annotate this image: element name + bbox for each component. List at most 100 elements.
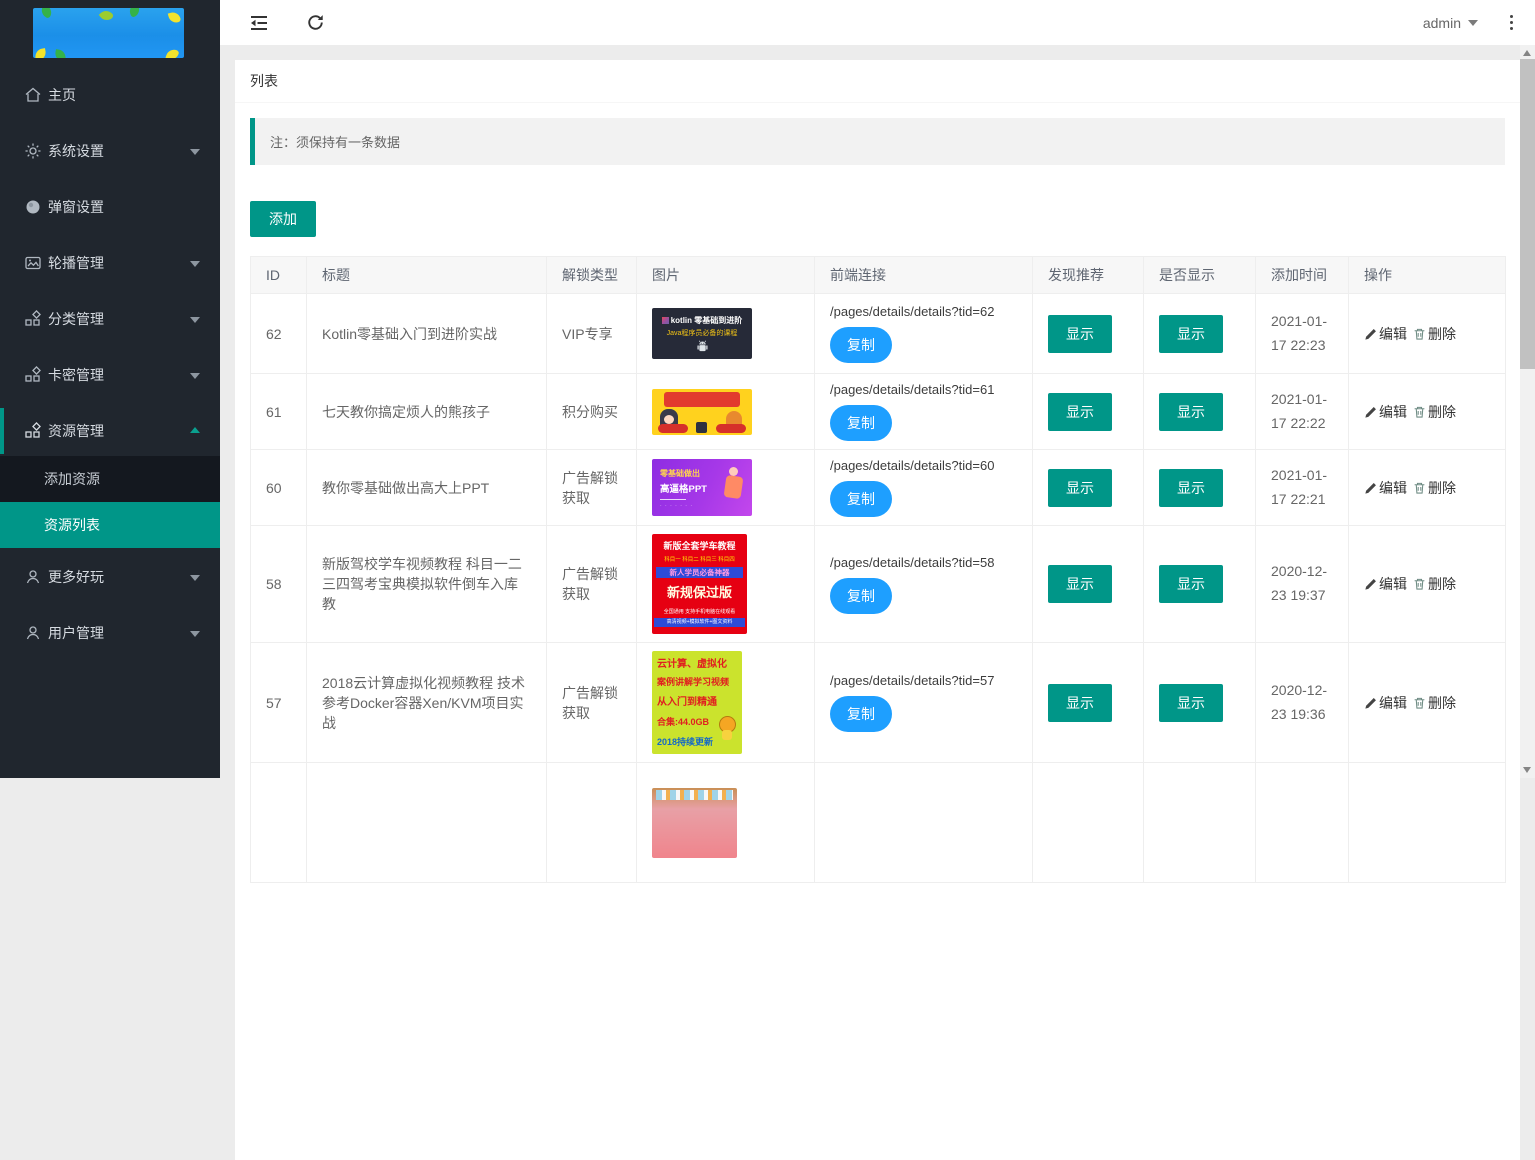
table-row: 61 七天教你搞定烦人的熊孩子 积分购买 xyxy=(251,374,1506,450)
pencil-icon xyxy=(1364,697,1377,710)
scroll-down-arrow[interactable] xyxy=(1523,767,1531,773)
delete-button[interactable]: 删除 xyxy=(1413,404,1456,420)
vertical-scrollbar[interactable] xyxy=(1520,45,1535,778)
scrollbar-thumb[interactable] xyxy=(1520,59,1535,369)
sidebar-item-system-settings[interactable]: 系统设置 xyxy=(0,132,220,170)
cell-discover: 显示 xyxy=(1033,450,1144,526)
cell-image: kotlin 零基础到进阶 Java程序员必备的课程 xyxy=(637,294,815,374)
sidebar-subitem-add-resource[interactable]: 添加资源 xyxy=(0,456,220,502)
refresh-icon[interactable] xyxy=(304,12,326,34)
cell-title: Kotlin零基础入门到进阶实战 xyxy=(307,294,547,374)
sidebar-item-home[interactable]: 主页 xyxy=(0,76,220,114)
sidebar-item-popup-settings[interactable]: 弹窗设置 xyxy=(0,188,220,226)
delete-button[interactable]: 删除 xyxy=(1413,695,1456,711)
cell-discover xyxy=(1033,763,1144,883)
android-robot-icon xyxy=(694,339,711,354)
add-button[interactable]: 添加 xyxy=(250,201,316,237)
sidebar-item-user-management[interactable]: 用户管理 xyxy=(0,614,220,652)
cell-image xyxy=(637,374,815,450)
pill-graphic xyxy=(658,424,688,433)
chevron-down-icon xyxy=(190,373,200,379)
cell-unlock-type: 广告解锁获取 xyxy=(547,450,637,526)
scroll-up-arrow[interactable] xyxy=(1523,50,1531,56)
cell-unlock-type xyxy=(547,763,637,883)
visible-show-button[interactable]: 显示 xyxy=(1159,684,1223,722)
driving-course-thumbnail: 新版全套学车教程 科目一 科目二 科目三 科目四 新人学员必备神器 新规保过版 … xyxy=(652,534,747,634)
delete-button[interactable]: 删除 xyxy=(1413,326,1456,342)
edit-button[interactable]: 编辑 xyxy=(1364,576,1407,592)
cell-image: 新版全套学车教程 科目一 科目二 科目三 科目四 新人学员必备神器 新规保过版 … xyxy=(637,526,815,643)
cell-add-time: 2021-01-17 22:21 xyxy=(1256,450,1349,526)
cell-actions: 编辑删除 xyxy=(1349,294,1506,374)
sidebar-submenu-resources: 添加资源 资源列表 xyxy=(0,456,220,548)
col-header-frontend-link: 前端连接 xyxy=(815,257,1033,294)
component-icon xyxy=(24,310,42,328)
chevron-down-icon xyxy=(190,149,200,155)
sidebar-item-label: 更多好玩 xyxy=(48,569,104,585)
pencil-icon xyxy=(1364,578,1377,591)
cell-id: 57 xyxy=(251,643,307,763)
chevron-down-icon xyxy=(190,631,200,637)
delete-button[interactable]: 删除 xyxy=(1413,480,1456,496)
visible-show-button[interactable]: 显示 xyxy=(1159,315,1223,353)
edit-button[interactable]: 编辑 xyxy=(1364,695,1407,711)
visible-show-button[interactable]: 显示 xyxy=(1159,565,1223,603)
cell-frontend-link: /pages/details/details?tid=60 复制 xyxy=(815,450,1033,526)
app-logo[interactable] xyxy=(33,8,184,58)
leaf-decoration xyxy=(99,8,114,23)
home-icon xyxy=(24,86,42,104)
circle-icon xyxy=(24,198,42,216)
user-menu[interactable]: admin xyxy=(1423,15,1478,31)
col-header-title: 标题 xyxy=(307,257,547,294)
kids-course-thumbnail xyxy=(652,389,752,435)
note-banner: 注：须保持有一条数据 xyxy=(250,118,1505,165)
discover-show-button[interactable]: 显示 xyxy=(1048,684,1112,722)
leaf-decoration xyxy=(39,8,54,19)
edit-button[interactable]: 编辑 xyxy=(1364,404,1407,420)
discover-show-button[interactable]: 显示 xyxy=(1048,469,1112,507)
user-icon xyxy=(24,624,42,642)
discover-show-button[interactable]: 显示 xyxy=(1048,315,1112,353)
visible-show-button[interactable]: 显示 xyxy=(1159,469,1223,507)
sidebar-subitem-resource-list[interactable]: 资源列表 xyxy=(0,502,220,548)
cell-visible: 显示 xyxy=(1144,526,1256,643)
sidebar-item-label: 卡密管理 xyxy=(48,367,104,383)
chevron-down-icon xyxy=(190,317,200,323)
edit-button[interactable]: 编辑 xyxy=(1364,326,1407,342)
discover-show-button[interactable]: 显示 xyxy=(1048,565,1112,603)
delete-button[interactable]: 删除 xyxy=(1413,576,1456,592)
cloud-course-thumbnail: 云计算、虚拟化 案例讲解学习视频 从入门到精通 合集:44.0GB 2018持续… xyxy=(652,651,742,754)
card-title: 列表 xyxy=(235,60,1520,103)
discover-show-button[interactable]: 显示 xyxy=(1048,393,1112,431)
sidebar-item-category[interactable]: 分类管理 xyxy=(0,300,220,338)
col-header-image: 图片 xyxy=(637,257,815,294)
kebab-menu-icon[interactable] xyxy=(1510,15,1513,30)
topbar: admin xyxy=(220,0,1535,45)
copy-button[interactable]: 复制 xyxy=(830,578,892,614)
cell-add-time: 2021-01-17 22:23 xyxy=(1256,294,1349,374)
copy-button[interactable]: 复制 xyxy=(830,696,892,732)
copy-button[interactable]: 复制 xyxy=(830,405,892,441)
sidebar-item-resources[interactable]: 资源管理 xyxy=(0,412,220,450)
sidebar-item-card-keys[interactable]: 卡密管理 xyxy=(0,356,220,394)
divider xyxy=(660,499,686,500)
collapse-sidebar-icon[interactable] xyxy=(248,12,270,34)
sidebar-nav-bottom: 更多好玩 用户管理 xyxy=(0,558,220,652)
cell-id: 61 xyxy=(251,374,307,450)
sidebar-item-carousel[interactable]: 轮播管理 xyxy=(0,244,220,282)
edit-button[interactable]: 编辑 xyxy=(1364,480,1407,496)
col-header-unlock-type: 解锁类型 xyxy=(547,257,637,294)
col-header-id: ID xyxy=(251,257,307,294)
cell-id: 62 xyxy=(251,294,307,374)
visible-show-button[interactable]: 显示 xyxy=(1159,393,1223,431)
cell-id: 60 xyxy=(251,450,307,526)
copy-button[interactable]: 复制 xyxy=(830,481,892,517)
chevron-up-icon xyxy=(190,427,200,433)
square-graphic xyxy=(696,422,707,433)
copy-button[interactable]: 复制 xyxy=(830,327,892,363)
table-row: 58 新版驾校学车视频教程 科目一二三四驾考宝典模拟软件倒车入库教 广告解锁获取… xyxy=(251,526,1506,643)
cell-actions: 编辑删除 xyxy=(1349,643,1506,763)
cell-title: 七天教你搞定烦人的熊孩子 xyxy=(307,374,547,450)
cell-actions: 编辑删除 xyxy=(1349,526,1506,643)
sidebar-item-more-fun[interactable]: 更多好玩 xyxy=(0,558,220,596)
